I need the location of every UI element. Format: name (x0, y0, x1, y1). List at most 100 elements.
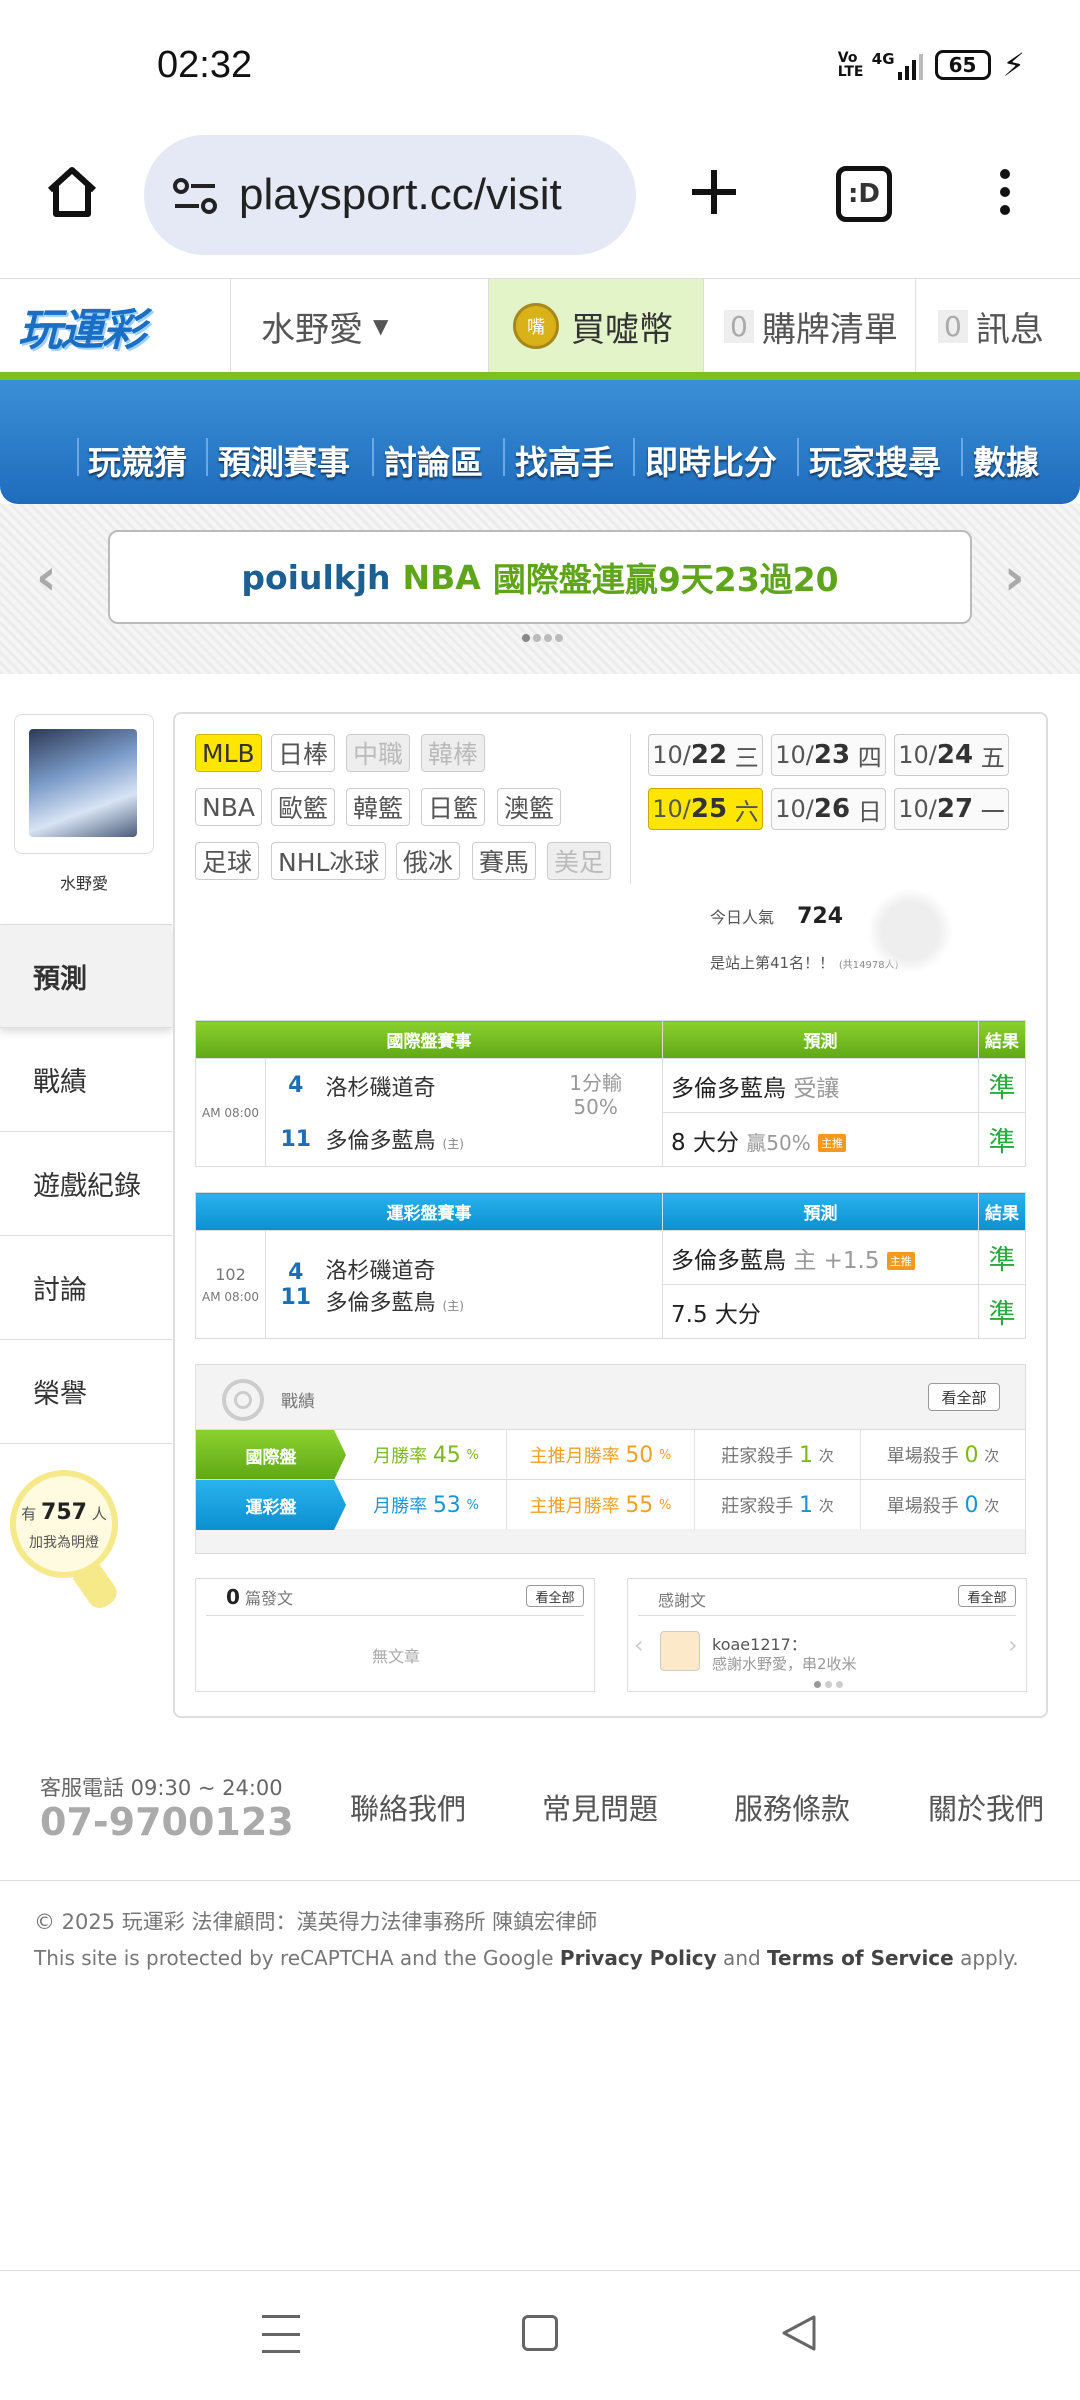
league-soccer[interactable]: 足球 (195, 842, 260, 880)
league-khl[interactable]: 俄冰 (396, 842, 461, 880)
date-1027[interactable]: 10/27 一 (894, 788, 1009, 830)
side-menu-game-log[interactable]: 遊戲紀錄 (0, 1132, 172, 1236)
footer-link-about[interactable]: 關於我們 (928, 1786, 1044, 1828)
league-nhl[interactable]: NHL冰球 (271, 842, 387, 880)
system-nav-bar (0, 2270, 1080, 2400)
service-phone[interactable]: 07-9700123 (40, 1800, 294, 1844)
result-badge: 準 (978, 1284, 1026, 1339)
articles-box: 0 篇發文 看全部 無文章 (195, 1578, 595, 1692)
league-jbl[interactable]: 日籃 (421, 788, 486, 826)
terms-link[interactable]: Terms of Service (767, 1946, 954, 1970)
side-menu-discussion[interactable]: 討論 (0, 1236, 172, 1340)
main-pick-icon: 主推 (886, 1252, 915, 1270)
prediction-panel: MLB 日棒 中職 韓棒 NBA 歐籃 韓籃 日籃 澳籃 足球 NHL冰球 俄冰… (173, 712, 1048, 1718)
league-euro-bball[interactable]: 歐籃 (271, 788, 336, 826)
chevron-left-icon[interactable]: ‹ (36, 548, 57, 606)
tab-switcher-button[interactable]: :D (836, 166, 892, 222)
menu-icon[interactable] (262, 2315, 300, 2353)
date-1026[interactable]: 10/26 日 (771, 788, 886, 830)
battery-icon: 65 (934, 50, 991, 80)
more-menu-icon[interactable] (990, 160, 1020, 224)
service-hours: 客服電話 09:30 ~ 24:00 (40, 1776, 283, 1800)
coin-icon: 嘴 (513, 303, 559, 349)
cart-button[interactable]: 0 購牌清單 (703, 279, 915, 373)
nav-item-experts[interactable]: 找高手 (515, 436, 614, 484)
intl-header-result: 結果 (978, 1020, 1026, 1059)
chevron-left-icon[interactable]: ‹ (634, 1631, 644, 1659)
buy-coins-button[interactable]: 嘴 買噓幣 (488, 279, 703, 373)
side-menu-record[interactable]: 戰績 (0, 1028, 172, 1132)
site-logo[interactable]: 玩運彩 (0, 279, 230, 373)
banner-message[interactable]: poiulkjh NBA 國際盤連贏9天23過20 (108, 530, 972, 624)
league-npb[interactable]: 日棒 (271, 734, 336, 772)
articles-see-all-button[interactable]: 看全部 (526, 1585, 584, 1607)
side-menu-predict[interactable]: 預測 (0, 924, 172, 1028)
back-icon[interactable] (780, 2313, 818, 2357)
copyright: © 2025 玩運彩 法律顧問：漢英得力法律事務所 陳鎮宏律師 (34, 1910, 598, 1934)
record-summary: 戰績 看全部 國際盤 月勝率 45 % 主推月勝率 50 % 莊家殺手 1 次 … (195, 1364, 1026, 1554)
volte-icon: Vo LTE (837, 50, 864, 80)
status-icons: Vo LTE 4G 65 ⚡ (838, 46, 1025, 84)
footer-link-contact[interactable]: 聯絡我們 (350, 1786, 466, 1828)
thanks-avatar (660, 1631, 700, 1671)
league-mlb[interactable]: MLB (195, 734, 262, 772)
nav-item-forum[interactable]: 討論區 (384, 436, 483, 484)
carousel-dots (522, 634, 563, 642)
record-see-all-button[interactable]: 看全部 (928, 1383, 1000, 1411)
date-1023[interactable]: 10/23 四 (771, 734, 886, 776)
record-intl-label: 國際盤 (196, 1430, 346, 1480)
lottery-header-result: 結果 (978, 1192, 1026, 1231)
url-text: playsport.cc/visit (239, 170, 562, 219)
intl-line: 1分輸 50% (569, 1071, 622, 1119)
nav-item-live-score[interactable]: 即時比分 (645, 436, 777, 484)
date-1022[interactable]: 10/22 三 (648, 734, 763, 776)
nav-item-guess[interactable]: 玩競猜 (88, 436, 187, 484)
record-title: 戰績 (281, 1392, 315, 1412)
new-tab-icon[interactable] (682, 160, 746, 224)
league-nfl[interactable]: 美足 (547, 842, 612, 880)
messages-button[interactable]: 0 訊息 (915, 279, 1080, 373)
home-icon[interactable] (40, 160, 104, 224)
site-settings-icon[interactable] (170, 171, 220, 221)
footer-link-terms[interactable]: 服務條款 (734, 1786, 850, 1828)
lottery-header-pred: 預測 (662, 1192, 979, 1231)
home-team: 多倫多藍鳥 (325, 1290, 436, 1316)
url-bar[interactable]: playsport.cc/visit (144, 135, 636, 255)
nav-item-player-search[interactable]: 玩家搜尋 (809, 436, 941, 484)
result-badge: 準 (978, 1230, 1026, 1285)
avatar[interactable] (14, 714, 154, 854)
profile-name: 水野愛 (59, 874, 108, 893)
date-1024[interactable]: 10/24 五 (894, 734, 1009, 776)
away-team: 洛杉磯道奇 (325, 1075, 436, 1101)
intl-header-pred: 預測 (662, 1020, 979, 1059)
chevron-right-icon[interactable]: › (1008, 1631, 1018, 1659)
league-kbl[interactable]: 韓籃 (346, 788, 411, 826)
recaptcha-notice: This site is protected by reCAPTCHA and … (34, 1946, 1019, 1970)
banner-carousel: ‹ poiulkjh NBA 國際盤連贏9天23過20 › (0, 504, 1080, 674)
league-kbo[interactable]: 韓棒 (421, 734, 486, 772)
nav-item-data[interactable]: 數據 (973, 436, 1039, 484)
user-dropdown[interactable]: 水野愛 ▼ (230, 279, 488, 373)
status-bar: 02:32 Vo LTE 4G 65 ⚡ (0, 0, 1080, 130)
home-square-icon[interactable] (522, 2315, 558, 2351)
footer-link-faq[interactable]: 常見問題 (542, 1786, 658, 1828)
date-1025[interactable]: 10/25 六 (648, 788, 763, 830)
privacy-policy-link[interactable]: Privacy Policy (560, 1946, 717, 1970)
thanks-see-all-button[interactable]: 看全部 (958, 1585, 1016, 1607)
away-team: 洛杉磯道奇 (325, 1258, 436, 1284)
side-menu-honor[interactable]: 榮譽 (0, 1340, 172, 1444)
chevron-right-icon[interactable]: › (1004, 548, 1025, 606)
follow-lightbulb-button[interactable]: 有 757 人 加我為明燈 (10, 1470, 122, 1630)
lottery-prediction-table: 運彩盤賽事 預測 結果 102 AM 08:00 4 洛杉磯道奇 多倫多藍鳥 主… (195, 1192, 1026, 1339)
thanks-user: koae1217： (712, 1635, 807, 1654)
intl-prediction-table: 國際盤賽事 預測 結果 AM 08:00 4 洛杉磯道奇 1分輸 50% 多倫多藍… (195, 1020, 1026, 1167)
league-nbl[interactable]: 澳籃 (497, 788, 562, 826)
league-cpbl[interactable]: 中職 (346, 734, 411, 772)
game-number: 102 (215, 1265, 246, 1284)
signal-icon: 4G (872, 50, 923, 80)
browser-toolbar: playsport.cc/visit :D (0, 130, 1080, 280)
league-nba[interactable]: NBA (195, 788, 262, 826)
articles-empty: 無文章 (371, 1647, 420, 1666)
nav-item-predict[interactable]: 預測賽事 (218, 436, 350, 484)
league-horse[interactable]: 賽馬 (472, 842, 537, 880)
